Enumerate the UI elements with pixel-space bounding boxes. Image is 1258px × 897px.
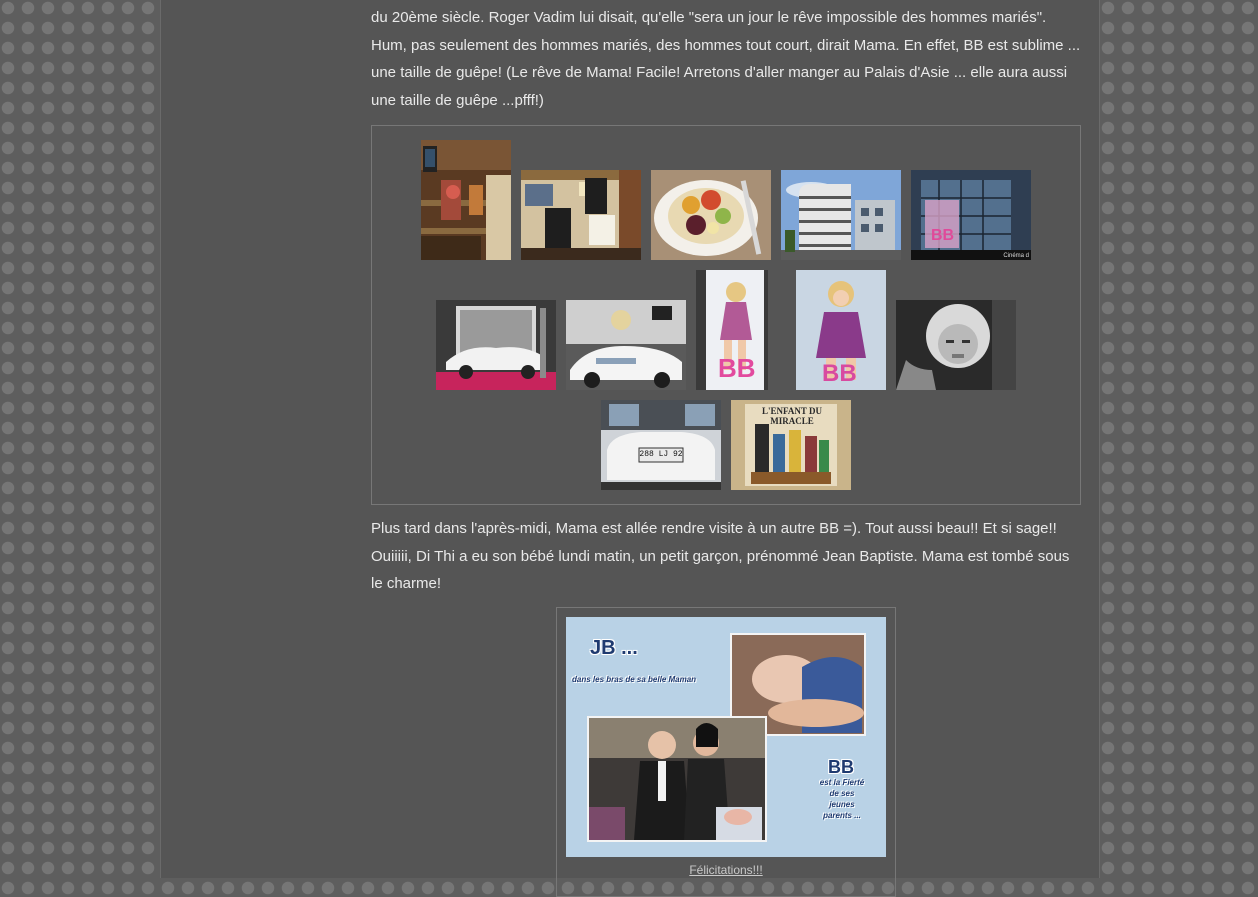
photo-white-convertible-exhibit [436,300,556,390]
gallery-thumb-12[interactable]: L'ENFANT DU MIRACLE [731,400,851,490]
gallery-thumb-8[interactable]: BB [696,270,786,390]
poster-title-text: L'ENFANT DU MIRACLE [762,406,822,426]
collage-subtitle: dans les bras de sa belle Maman [572,675,697,684]
poster-right-text: BB [822,360,857,387]
felicitations-link[interactable]: Félicitations!!! [557,863,895,877]
gallery-thumb-11[interactable]: 288 LJ 92 [601,400,721,490]
svg-text:BB: BB [931,227,954,244]
collage-side-line-2: de ses [829,789,855,798]
photo-cinema-facade: BB [911,170,1031,260]
photo-car-rear-plate [601,400,721,490]
page-column: du 20ème siècle. Roger Vadim lui disait,… [160,0,1100,897]
photo-gallery: BB Cinéma d BB BB 288 LJ 92 L'ENFANT DU … [371,125,1081,505]
collage-side-line-4: parents ... [823,811,861,820]
collage-title: JB ... [590,637,638,659]
gallery-thumb-10[interactable] [896,300,1016,390]
poster-left-text: BB [718,353,756,383]
collage-side-line-3: jeunes [829,800,855,809]
photo-modern-building [781,170,901,260]
feature-photo-jb[interactable]: JB ... dans les bras de sa belle Maman B… [566,617,886,857]
gallery-thumb-6[interactable] [436,300,556,390]
photo-convertible-closeup [566,300,686,390]
gallery-thumb-7[interactable] [566,300,686,390]
photo-restaurant-menu-board [521,170,641,260]
gallery-thumb-3[interactable] [651,170,771,260]
gallery-thumb-4[interactable] [781,170,901,260]
license-plate-text: 288 LJ 92 [639,450,683,459]
photo-bb-portrait-bw [896,300,1016,390]
cinema-sign-text: Cinéma d [1003,253,1029,259]
collage-side-line-1: est la Fierté [819,778,865,787]
photo-bookshop-interior [421,140,511,260]
collage-side-title: BB [828,757,854,777]
gallery-thumb-1[interactable] [421,140,511,260]
gallery-thumb-9[interactable]: BB [796,270,886,390]
photo-plate-of-food [651,170,771,260]
gallery-thumb-2[interactable] [521,170,641,260]
article-paragraph-1: du 20ème siècle. Roger Vadim lui disait,… [371,9,1081,109]
gallery-thumb-5[interactable]: BB Cinéma d [911,170,1031,260]
collage-side-text: est la Fierté de ses jeunes parents ... [804,777,880,821]
article-paragraph-2: Plus tard dans l'après-midi, Mama est al… [371,520,1070,592]
feature-photo-frame: JB ... dans les bras de sa belle Maman B… [556,607,896,897]
